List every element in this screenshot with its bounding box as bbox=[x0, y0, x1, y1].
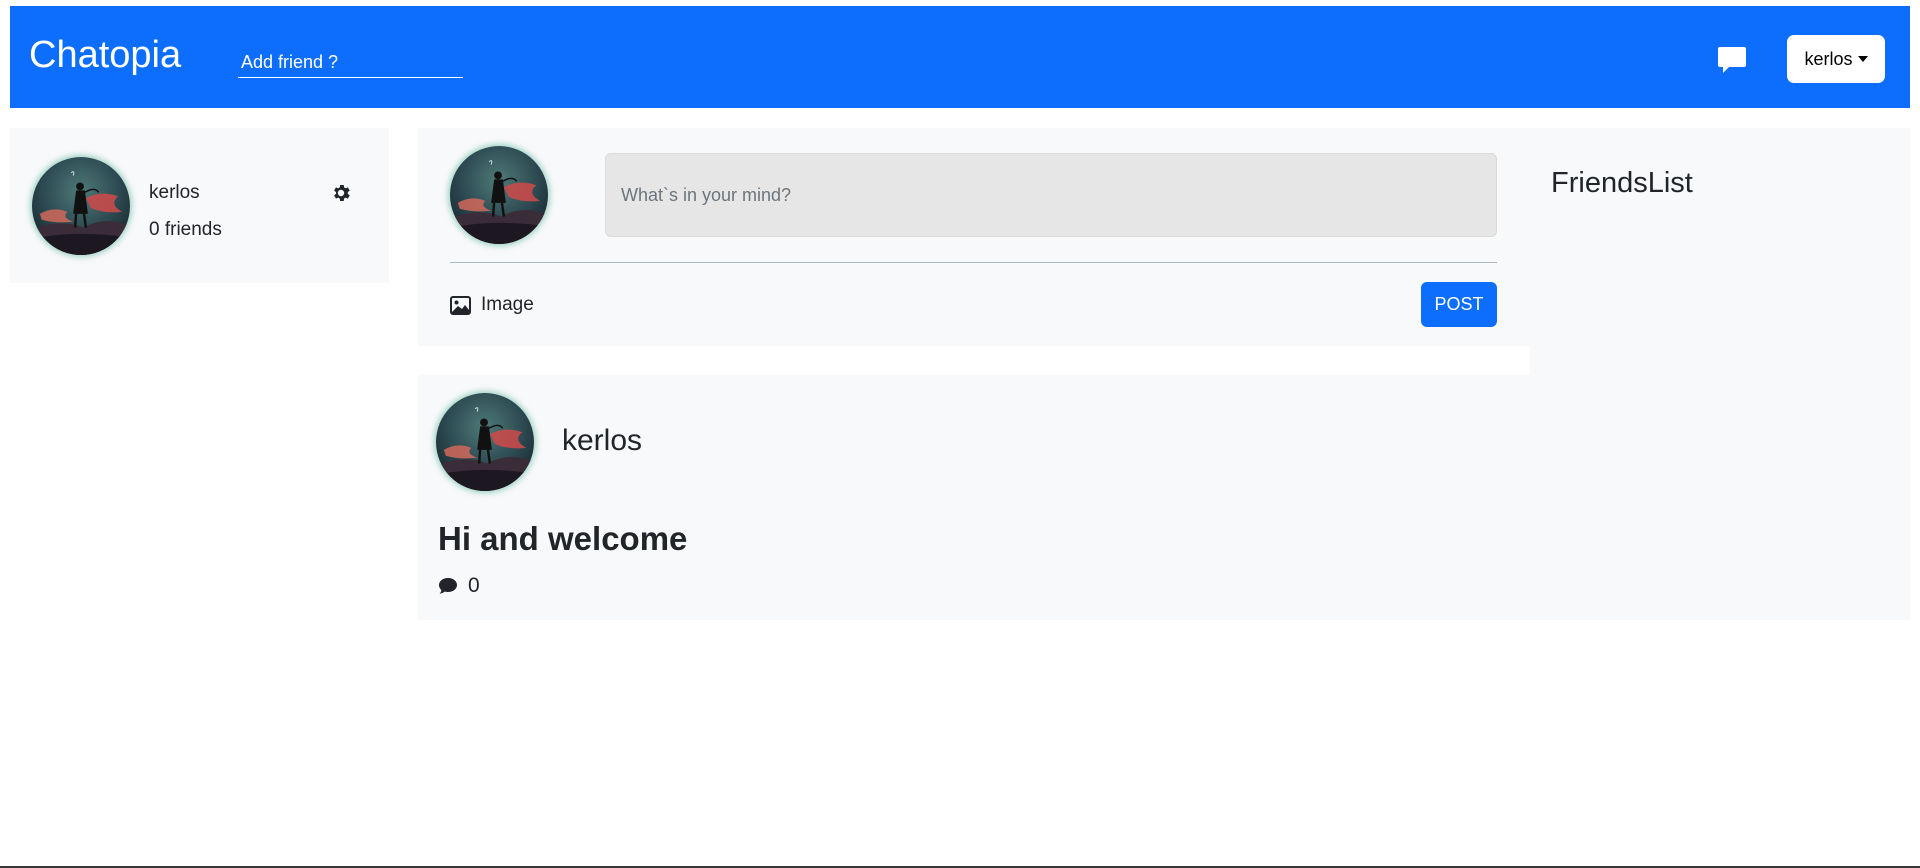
comment-count: 0 bbox=[468, 574, 480, 597]
caret-down-icon bbox=[1857, 56, 1868, 62]
friends-list-panel bbox=[1530, 128, 1910, 620]
speech-bubble-icon bbox=[1718, 47, 1746, 73]
post-button[interactable]: POST bbox=[1421, 282, 1497, 327]
post-author-name[interactable]: kerlos bbox=[562, 424, 642, 458]
friends-list-title: FriendsList bbox=[1551, 167, 1693, 199]
profile-friends-count[interactable]: 0 friends bbox=[149, 219, 222, 241]
top-navbar: Chatopia kerlos bbox=[10, 6, 1910, 108]
post-composer-input[interactable] bbox=[605, 153, 1497, 237]
comments-button[interactable]: 0 bbox=[438, 574, 480, 598]
add-image-button[interactable]: Image bbox=[450, 293, 534, 317]
add-friend-input[interactable] bbox=[238, 48, 463, 78]
comment-icon bbox=[439, 578, 457, 594]
gear-icon bbox=[334, 185, 350, 201]
messages-button[interactable] bbox=[1712, 40, 1752, 80]
profile-name[interactable]: kerlos bbox=[149, 182, 200, 204]
composer-divider bbox=[450, 262, 1497, 263]
user-menu-dropdown[interactable]: kerlos bbox=[1787, 35, 1885, 83]
post-author-avatar[interactable] bbox=[436, 393, 534, 491]
post-text: Hi and welcome bbox=[438, 520, 688, 557]
user-menu-label: kerlos bbox=[1804, 48, 1853, 69]
profile-avatar[interactable] bbox=[32, 157, 130, 255]
image-label: Image bbox=[481, 294, 534, 315]
composer-avatar[interactable] bbox=[450, 146, 548, 244]
profile-card: kerlos 0 friends bbox=[10, 128, 389, 283]
settings-button[interactable] bbox=[330, 182, 352, 204]
brand-logo[interactable]: Chatopia bbox=[29, 36, 181, 74]
image-icon bbox=[450, 295, 471, 315]
post-card bbox=[418, 375, 1530, 620]
